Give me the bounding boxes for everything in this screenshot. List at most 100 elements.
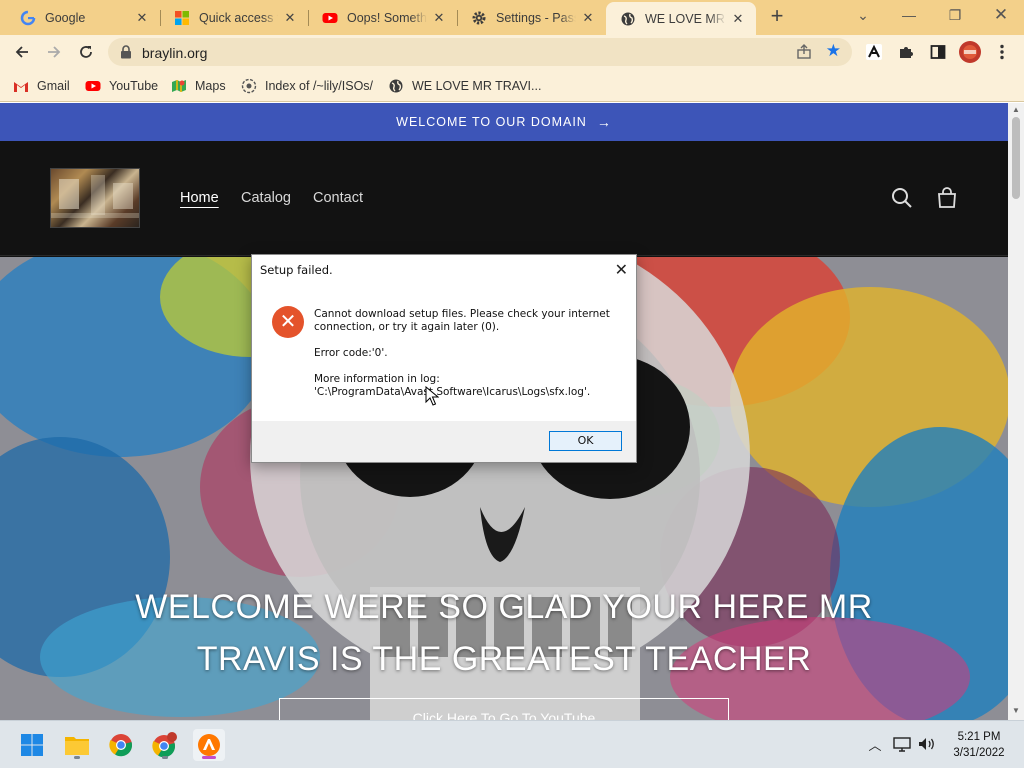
volume-icon[interactable] [918,735,936,753]
settings-gear-icon [471,10,487,26]
bookmark-index-isos[interactable]: Index of /~lily/ISOs/ [241,76,373,96]
active-indicator [202,756,216,759]
close-tab-icon[interactable]: ✕ [282,10,298,26]
windows-taskbar: ︿ 5:21 PM 3/31/2022 [0,720,1024,768]
back-icon[interactable] [11,41,33,63]
reload-icon[interactable] [75,41,97,63]
announcement-text: WELCOME TO OUR DOMAIN [396,115,587,129]
announcement-bar[interactable]: WELCOME TO OUR DOMAIN → [0,103,1008,141]
avast-icon[interactable] [193,729,225,761]
forward-icon[interactable] [43,41,65,63]
tab-title: Quick access to [199,10,278,25]
bookmark-maps[interactable]: Maps [171,76,226,96]
extensions-puzzle-icon[interactable] [897,43,915,61]
bookmark-star-icon[interactable]: ★ [826,42,841,60]
bookmarks-bar: Gmail YouTube Maps Index of /~lily/ISOs/… [0,70,1024,102]
gmail-icon [13,78,29,94]
youtube-link-button[interactable]: Click Here To Go To YouTube [279,698,729,720]
log-label: More information in log: [314,373,440,385]
file-explorer-icon[interactable] [61,729,93,761]
hero-title: WELCOME WERE SO GLAD YOUR HERE MR TRAVIS… [0,581,1008,685]
chrome-menu-icon[interactable] [993,43,1011,61]
running-indicator [162,756,168,759]
lock-icon[interactable] [120,45,132,64]
globe-icon [620,11,636,27]
tab-youtube[interactable]: Oops! Somethin ✕ [308,3,457,32]
url-text[interactable]: braylin.org [142,45,207,61]
google-icon [20,10,36,26]
chrome-icon[interactable] [105,729,137,761]
browser-toolbar: braylin.org ★ [0,35,1024,70]
error-icon: ✕ [272,306,304,338]
hero-title-line: TRAVIS IS THE GREATEST TEACHER [196,640,812,678]
windows-start-icon[interactable] [16,729,48,761]
tab-google[interactable]: Google ✕ [6,3,160,32]
site-logo[interactable] [50,168,140,228]
chrome-profile-icon[interactable] [149,729,181,761]
log-path: 'C:\ProgramData\Avast Software\Icarus\Lo… [314,386,591,398]
clock-date: 3/31/2022 [953,747,1005,759]
clock-time: 5:21 PM [957,731,1001,743]
share-icon[interactable] [796,44,812,65]
tab-quick-access[interactable]: Quick access to ✕ [160,3,308,32]
extension-a-icon[interactable] [865,43,883,61]
cart-icon[interactable] [935,186,959,210]
tab-strip: Google ✕ Quick access to ✕ Oops! Somethi… [0,0,1024,35]
network-icon[interactable] [893,735,911,753]
scroll-thumb[interactable] [1012,117,1020,199]
tab-title: Oops! Somethin [347,10,427,25]
system-clock[interactable]: 5:21 PM 3/31/2022 [946,729,1012,761]
bookmark-gmail[interactable]: Gmail [13,76,70,96]
setup-failed-dialog: Setup failed. ✕ ✕ Cannot download setup … [251,254,637,463]
bookmark-label: YouTube [109,79,159,93]
scroll-up-icon[interactable]: ▲ [1012,105,1020,114]
arrow-right-icon: → [596,114,612,130]
scroll-down-icon[interactable]: ▼ [1012,706,1020,715]
youtube-icon [322,10,338,26]
bookmark-youtube[interactable]: YouTube [85,76,158,96]
search-icon[interactable] [890,186,914,210]
tab-title: WE LOVE MR TR [645,11,726,26]
tab-title: Settings - Passw [496,10,576,25]
web-icon [241,78,257,94]
tab-we-love-mr-travis[interactable]: WE LOVE MR TR ✕ [606,2,756,35]
bookmark-label: Maps [195,79,226,93]
minimize-icon[interactable]: — [889,4,929,26]
profile-avatar-icon[interactable] [959,41,981,63]
ok-button[interactable]: OK [549,431,622,451]
bookmark-label: Gmail [37,79,70,93]
bookmark-label: WE LOVE MR TRAVI... [412,79,542,93]
close-icon[interactable]: ✕ [615,260,628,279]
site-header: Home Catalog Contact [0,141,1008,256]
bookmark-we-love-mr-travis[interactable]: WE LOVE MR TRAVI... [388,76,541,96]
close-tab-icon[interactable]: ✕ [431,10,447,26]
chevron-up-icon[interactable]: ︿ [866,735,884,753]
tab-title: Google [45,10,86,25]
side-panel-icon[interactable] [929,43,947,61]
close-tab-icon[interactable]: ✕ [134,10,150,26]
restore-icon[interactable]: ❐ [935,4,975,26]
tab-search-icon[interactable]: ⌄ [843,4,883,26]
globe-icon [388,78,404,94]
close-tab-icon[interactable]: ✕ [730,11,746,27]
hero-title-line: WELCOME WERE SO GLAD YOUR HERE MR [135,588,873,626]
maps-icon [171,78,187,94]
address-bar[interactable]: braylin.org ★ [108,38,852,66]
dialog-message: Cannot download setup files. Please chec… [314,308,610,333]
running-indicator [74,756,80,759]
youtube-icon [85,78,101,94]
error-code: Error code:'0'. [314,347,388,359]
nav-contact[interactable]: Contact [313,190,363,206]
close-window-icon[interactable]: ✕ [981,4,1021,26]
tab-settings[interactable]: Settings - Passw ✕ [457,3,606,32]
new-tab-button[interactable]: + [766,5,788,28]
nav-home[interactable]: Home [180,190,219,206]
dialog-footer: OK [252,421,636,462]
mouse-cursor-icon [425,386,439,406]
microsoft-icon [174,10,190,26]
close-tab-icon[interactable]: ✕ [580,10,596,26]
dialog-title: Setup failed. [260,263,333,277]
page-scrollbar[interactable]: ▲ ▼ [1008,103,1024,720]
nav-catalog[interactable]: Catalog [241,190,291,206]
bookmark-label: Index of /~lily/ISOs/ [265,79,374,93]
